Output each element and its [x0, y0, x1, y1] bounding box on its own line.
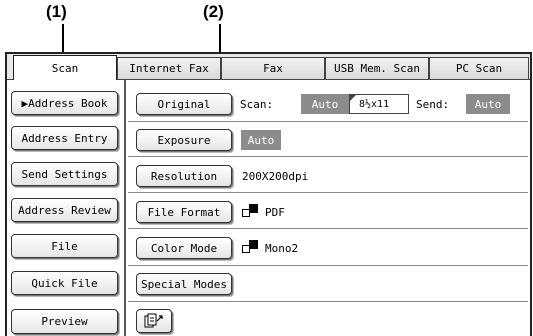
- row-divider: [128, 265, 528, 266]
- color-mode-button[interactable]: Color Mode: [136, 237, 232, 259]
- file-format-value: PDF: [265, 206, 285, 219]
- resolution-value: 200X200dpi: [242, 170, 309, 183]
- paper-fold-icon: [350, 95, 357, 102]
- paper-size-indicator: 8½x11: [349, 94, 409, 114]
- tab-pc-scan[interactable]: PC Scan: [429, 57, 529, 79]
- row-divider: [128, 121, 528, 122]
- row-divider: [128, 192, 528, 193]
- row-divider: [128, 156, 528, 157]
- address-book-button[interactable]: ▶Address Book: [11, 91, 118, 115]
- tab-scan[interactable]: Scan: [13, 55, 117, 80]
- document-export-button[interactable]: [136, 309, 172, 333]
- tab-internet-fax[interactable]: Internet Fax: [117, 57, 221, 79]
- tab-fax[interactable]: Fax: [221, 57, 325, 79]
- row-divider: [128, 228, 528, 229]
- color-mode-value: Mono2: [265, 242, 299, 255]
- tab-usb-mem-scan[interactable]: USB Mem. Scan: [325, 57, 429, 79]
- send-value-badge: Auto: [466, 94, 510, 114]
- file-button[interactable]: File: [11, 234, 118, 258]
- exposure-button[interactable]: Exposure: [136, 129, 232, 151]
- paper-size-text: 8½x11: [359, 98, 390, 110]
- resolution-button[interactable]: Resolution: [136, 165, 232, 187]
- file-format-button[interactable]: File Format: [136, 201, 232, 223]
- color-mode-icon: [242, 240, 258, 253]
- preview-button[interactable]: Preview: [11, 309, 118, 334]
- exposure-value-badge: Auto: [241, 130, 281, 150]
- special-modes-button[interactable]: Special Modes: [136, 273, 232, 295]
- callout-1: (1): [46, 2, 67, 21]
- send-label: Send:: [416, 98, 450, 111]
- scan-value-badge: Auto: [301, 94, 349, 114]
- callout-2: (2): [203, 2, 224, 21]
- scan-label: Scan:: [240, 98, 274, 111]
- address-review-button[interactable]: Address Review: [11, 198, 118, 222]
- color-mode-icon: [242, 204, 258, 217]
- document-export-icon: [144, 313, 163, 328]
- original-button[interactable]: Original: [136, 93, 232, 115]
- address-entry-button[interactable]: Address Entry: [11, 126, 118, 150]
- row-divider: [128, 301, 528, 302]
- quick-file-button[interactable]: Quick File: [11, 271, 118, 295]
- send-settings-button[interactable]: Send Settings: [11, 162, 118, 186]
